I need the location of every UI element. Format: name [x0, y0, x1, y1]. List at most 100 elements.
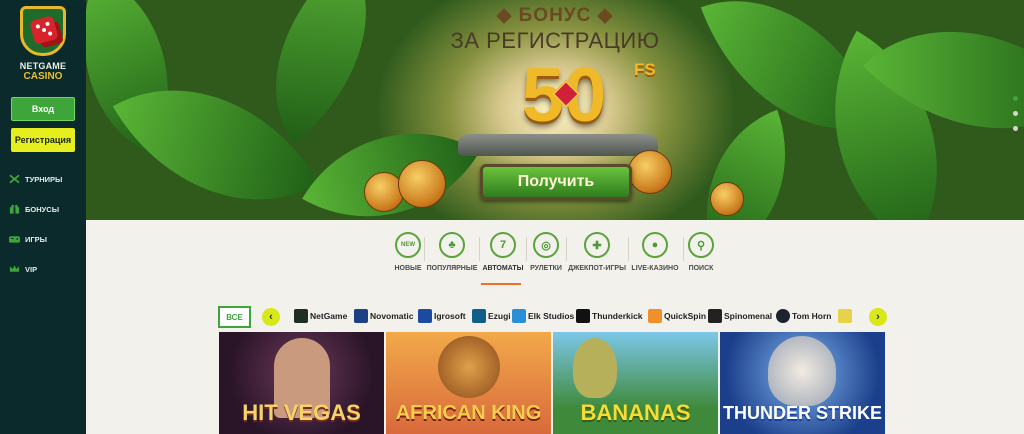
slide-dot-3[interactable] [1013, 126, 1018, 131]
slider-dots [1013, 96, 1018, 141]
provider-label: Novomatic [370, 311, 414, 321]
netgame-logo-icon [294, 309, 308, 323]
tab-label: РУЛЕТКИ [530, 265, 562, 272]
tab-roulette[interactable]: ◎ РУЛЕТКИ [527, 232, 565, 272]
provider-label: Spinomenal [724, 311, 773, 321]
provider-label: Elk Studios [528, 311, 575, 321]
sidebar-item-label: ИГРЫ [25, 234, 47, 244]
game-tile-bananas[interactable]: BANANAS [553, 332, 718, 434]
chips-icon: ● [642, 232, 668, 258]
elk-logo-icon [512, 309, 526, 323]
crown-icon [9, 265, 20, 272]
provider-elk-studios[interactable]: Elk Studios [512, 309, 574, 323]
provider-label: Thunderkick [592, 311, 643, 321]
new-icon: NEW [395, 232, 421, 258]
hero-banner[interactable]: ◆ БОНУС ◆ ЗА РЕГИСТРАЦИЮ 50 FS Получить [86, 0, 1024, 220]
page: NETGAME CASINO Вход Регистрация ТУРНИРЫ … [0, 0, 1024, 434]
provider-novomatic[interactable]: Novomatic [354, 309, 413, 323]
login-button[interactable]: Вход [11, 97, 75, 121]
ezugi-logo-icon [472, 309, 486, 323]
register-button[interactable]: Регистрация [11, 128, 75, 152]
active-tab-underline [481, 283, 521, 285]
logo-text-casino: CASINO [23, 71, 63, 82]
tab-label: ПОПУЛЯРНЫЕ [426, 265, 478, 272]
provider-next-partial[interactable] [838, 309, 852, 323]
provider-label: QuickSpin [664, 311, 707, 321]
provider-logo-icon [838, 309, 852, 323]
game-title: HIT VEGAS [242, 400, 361, 425]
sidebar-item-label: ТУРНИРЫ [25, 174, 63, 184]
tab-slots[interactable]: 7 АВТОМАТЫ [481, 232, 525, 272]
jungle-leaf [673, 109, 819, 220]
chevron-left-icon[interactable]: ‹ [262, 308, 280, 326]
sidebar-item-label: БОНУСЫ [25, 204, 60, 214]
coin-icon [398, 160, 446, 208]
provider-thunderkick[interactable]: Thunderkick [576, 309, 643, 323]
roulette-icon: ◎ [533, 232, 559, 258]
sidebar-item-bonuses[interactable]: БОНУСЫ [9, 204, 59, 214]
logo-text-netgame: NETGAME [19, 61, 67, 71]
provider-igrosoft[interactable]: Igrosoft [418, 309, 466, 323]
sidebar-item-games[interactable]: ИГРЫ [9, 234, 47, 244]
bonus-unit: FS [634, 60, 656, 79]
provider-netgame[interactable]: NetGame [294, 309, 347, 323]
lion-figure [438, 336, 500, 398]
tournament-icon [9, 174, 20, 184]
tab-search[interactable]: ⚲ ПОИСК [686, 232, 716, 272]
tab-divider [566, 237, 567, 261]
game-tile-african-king[interactable]: AFRICAN KING [386, 332, 551, 434]
provider-label: Ezugi [488, 311, 511, 321]
tab-popular[interactable]: ♣ ПОПУЛЯРНЫЕ [426, 232, 478, 272]
coin-icon [710, 182, 744, 216]
hero-subtitle: ЗА РЕГИСТРАЦИЮ [450, 28, 660, 53]
quickspin-logo-icon [648, 309, 662, 323]
tab-divider [424, 237, 425, 261]
logo-shield-icon [20, 6, 66, 56]
sidebar-item-tournaments[interactable]: ТУРНИРЫ [9, 174, 62, 184]
sidebar: NETGAME CASINO Вход Регистрация ТУРНИРЫ … [0, 0, 86, 434]
tab-new[interactable]: NEW НОВЫЕ [394, 232, 422, 272]
tab-label: ДЖЕКПОТ-ИГРЫ [568, 265, 626, 272]
tom-horn-logo-icon [776, 309, 790, 323]
tab-label: LIVE-КАЗИНО [631, 265, 679, 272]
provider-ezugi[interactable]: Ezugi [472, 309, 511, 323]
thunderkick-logo-icon [576, 309, 590, 323]
zeus-figure [768, 336, 836, 406]
tab-jackpot[interactable]: ✚ ДЖЕКПОТ-ИГРЫ [567, 232, 627, 272]
game-tile-hit-vegas[interactable]: HIT VEGAS [219, 332, 384, 434]
game-title: THUNDER STRIKE [722, 403, 882, 423]
dice-icon [29, 15, 59, 45]
claim-bonus-button[interactable]: Получить [480, 164, 632, 200]
provider-quickspin[interactable]: QuickSpin [648, 309, 706, 323]
tab-label: АВТОМАТЫ [482, 265, 524, 272]
novomatic-logo-icon [354, 309, 368, 323]
tab-live-casino[interactable]: ● LIVE-КАЗИНО [630, 232, 680, 272]
igrosoft-logo-icon [418, 309, 432, 323]
coin-icon [628, 150, 672, 194]
tab-label: НОВЫЕ [394, 265, 422, 272]
sidebar-item-label: VIP [25, 264, 38, 274]
chevron-right-icon[interactable]: › [869, 308, 887, 326]
provider-label: Tom Horn [792, 311, 832, 321]
slide-dot-2[interactable] [1013, 111, 1018, 116]
tab-divider [479, 237, 480, 261]
game-title: AFRICAN KING [395, 402, 542, 424]
all-providers-button[interactable]: ВСЕ [218, 306, 251, 328]
sidebar-item-vip[interactable]: VIP [9, 264, 37, 274]
jackpot-icon: ✚ [584, 232, 610, 258]
tab-divider [628, 237, 629, 261]
gift-icon [9, 204, 20, 214]
game-tile-thunder-strike[interactable]: THUNDER STRIKE [720, 332, 885, 434]
provider-spinomenal[interactable]: Spinomenal [708, 309, 772, 323]
character-figure [573, 338, 617, 398]
provider-label: Igrosoft [434, 311, 466, 321]
tab-divider [526, 237, 527, 261]
spinomenal-logo-icon [708, 309, 722, 323]
slide-dot-1[interactable] [1013, 96, 1018, 101]
tab-divider [683, 237, 684, 261]
logo[interactable]: NETGAME CASINO [14, 6, 72, 96]
provider-filter: ВСЕ ‹ NetGame Novomatic Igrosoft Ezugi E… [218, 306, 888, 328]
provider-tom-horn[interactable]: Tom Horn [776, 309, 832, 323]
slot-icon: 7 [490, 232, 516, 258]
game-title: BANANAS [580, 400, 691, 425]
